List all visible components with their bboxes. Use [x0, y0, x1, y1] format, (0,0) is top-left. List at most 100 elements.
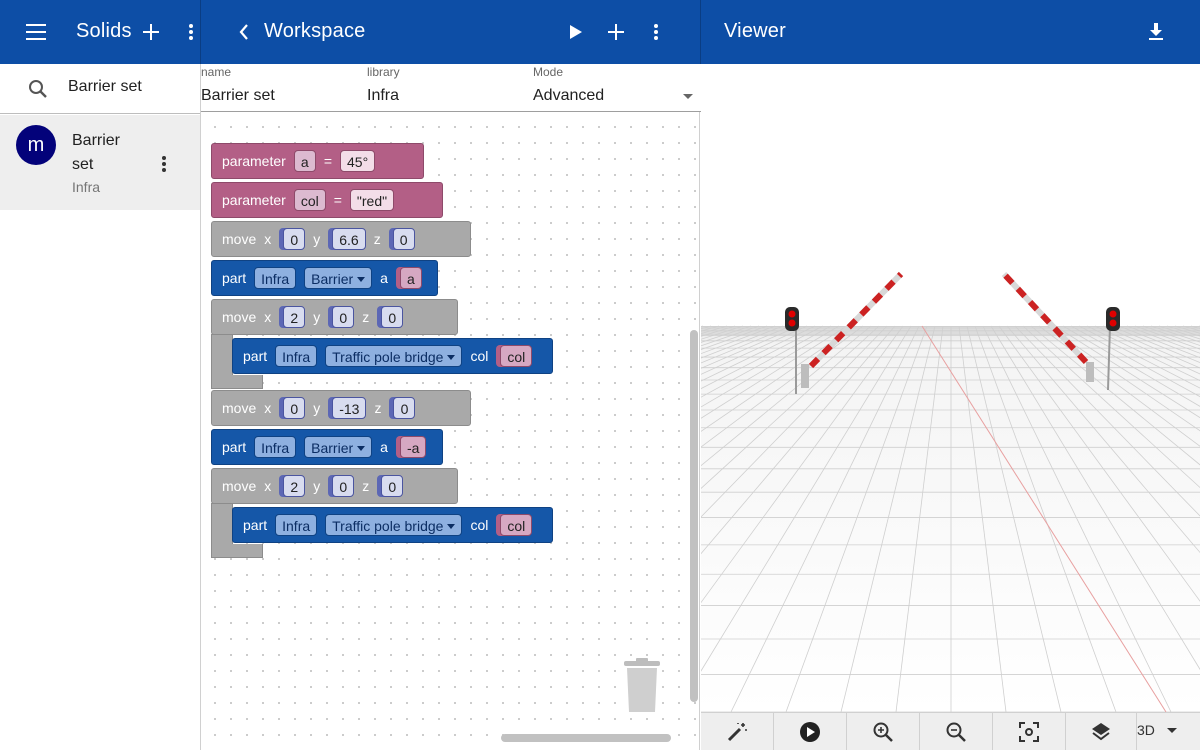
z-value[interactable]: 0: [381, 475, 404, 497]
zoom-out-icon[interactable]: [920, 713, 993, 750]
block-keyword: part: [222, 270, 247, 286]
parameter-block-col[interactable]: parameter col = "red": [211, 182, 443, 218]
workspace-more-icon[interactable]: [638, 14, 674, 50]
list-item-title: Barrier set: [72, 132, 121, 173]
y-label: y: [313, 231, 321, 247]
equals-sign: =: [333, 192, 342, 208]
y-value[interactable]: -13: [332, 397, 367, 419]
block-keyword: move: [222, 478, 257, 494]
part-block[interactable]: part Infra Barrier a -a: [211, 429, 443, 465]
z-label: z: [362, 309, 370, 325]
y-label: y: [313, 478, 321, 494]
move-block[interactable]: move x 2 y 0 z 0: [211, 468, 458, 504]
part-solid-dropdown[interactable]: Barrier: [304, 267, 373, 289]
blockly-canvas[interactable]: parameter a = 45° parameter col = "red" …: [201, 113, 699, 750]
part-solid-dropdown[interactable]: Traffic pole bridge: [325, 514, 463, 536]
z-value[interactable]: 0: [381, 306, 404, 328]
mode-value: Advanced: [533, 87, 605, 104]
x-label: x: [264, 231, 272, 247]
x-value[interactable]: 2: [283, 306, 306, 328]
play-circle-icon[interactable]: [774, 713, 847, 750]
part-library[interactable]: Infra: [254, 436, 297, 458]
y-value[interactable]: 0: [332, 306, 355, 328]
move-block[interactable]: move x 0 y -13 z 0: [211, 390, 471, 426]
x-label: x: [264, 309, 272, 325]
list-item-more-icon[interactable]: [146, 146, 182, 182]
z-value[interactable]: 0: [392, 228, 415, 250]
library-label: library: [367, 65, 400, 79]
arg-value[interactable]: -a: [399, 436, 427, 458]
magic-wand-icon[interactable]: [701, 713, 774, 750]
solids-more-icon[interactable]: [173, 14, 209, 50]
x-value[interactable]: 0: [283, 228, 306, 250]
menu-icon[interactable]: [18, 14, 54, 50]
arg-value[interactable]: a: [399, 267, 422, 289]
arg-value[interactable]: col: [500, 345, 533, 367]
mode-select[interactable]: Mode Advanced: [533, 64, 699, 111]
horizontal-scrollbar[interactable]: [501, 734, 671, 742]
layers-icon[interactable]: [1066, 713, 1137, 750]
x-label: x: [264, 400, 272, 416]
arg-value[interactable]: col: [500, 514, 533, 536]
x-value[interactable]: 2: [283, 475, 306, 497]
chevron-left-icon[interactable]: [226, 14, 262, 50]
move-block-foot: [211, 544, 263, 558]
block-keyword: part: [243, 517, 268, 533]
app-bar: Solids Workspace Viewer: [0, 0, 1200, 64]
solids-panel: m Barrier set Infra: [0, 64, 200, 750]
z-value[interactable]: 0: [393, 397, 416, 419]
part-block[interactable]: part Infra Traffic pole bridge col col: [232, 338, 553, 374]
equals-sign: =: [323, 153, 332, 169]
add-solid-button[interactable]: [133, 14, 169, 50]
add-block-button[interactable]: [598, 14, 634, 50]
3d-viewer[interactable]: [701, 64, 1200, 712]
trash-icon[interactable]: [621, 658, 663, 719]
viewer-toolbar: 3D: [701, 712, 1200, 750]
arg-label: col: [470, 517, 489, 533]
parameter-value[interactable]: "red": [349, 189, 395, 211]
name-value: Barrier set: [201, 87, 275, 104]
workspace-title: Workspace: [264, 20, 366, 42]
parameter-name[interactable]: a: [293, 150, 316, 172]
center-focus-icon[interactable]: [993, 713, 1066, 750]
block-keyword: move: [222, 309, 257, 325]
z-label: z: [374, 400, 382, 416]
part-library[interactable]: Infra: [275, 345, 318, 367]
search-input[interactable]: [68, 78, 196, 96]
x-label: x: [264, 478, 272, 494]
part-solid-dropdown[interactable]: Traffic pole bridge: [325, 345, 463, 367]
list-item[interactable]: m Barrier set Infra: [0, 115, 200, 210]
parameter-block-a[interactable]: parameter a = 45°: [211, 143, 424, 179]
download-icon[interactable]: [1138, 14, 1174, 50]
search-icon: [28, 79, 48, 104]
view-mode-select[interactable]: 3D: [1137, 722, 1177, 738]
block-keyword: parameter: [222, 153, 286, 169]
move-block[interactable]: move x 0 y 6.6 z 0: [211, 221, 471, 257]
move-block[interactable]: move x 2 y 0 z 0: [211, 299, 458, 335]
library-value: Infra: [367, 87, 400, 104]
x-value[interactable]: 0: [283, 397, 306, 419]
y-value[interactable]: 6.6: [332, 228, 366, 250]
part-library[interactable]: Infra: [254, 267, 297, 289]
move-block-foot: [211, 375, 263, 389]
workspace-panel: name Barrier set library Infra Mode Adva…: [200, 64, 701, 750]
part-solid-dropdown[interactable]: Barrier: [304, 436, 373, 458]
chevron-down-icon: [683, 94, 693, 99]
arg-label: col: [470, 348, 489, 364]
y-value[interactable]: 0: [332, 475, 355, 497]
avatar: m: [16, 125, 56, 165]
solid-properties-form: name Barrier set library Infra Mode Adva…: [201, 64, 701, 112]
vertical-scrollbar[interactable]: [690, 330, 698, 702]
z-label: z: [373, 231, 381, 247]
part-block[interactable]: part Infra Barrier a a: [211, 260, 438, 296]
3d-scene: [701, 64, 1200, 712]
parameter-value[interactable]: 45°: [340, 150, 376, 172]
y-label: y: [313, 309, 321, 325]
parameter-name[interactable]: col: [293, 189, 326, 211]
list-item-subtitle: Infra: [72, 179, 101, 195]
part-library[interactable]: Infra: [275, 514, 318, 536]
part-block[interactable]: part Infra Traffic pole bridge col col: [232, 507, 553, 543]
y-label: y: [313, 400, 321, 416]
run-button[interactable]: [558, 14, 594, 50]
zoom-in-icon[interactable]: [847, 713, 920, 750]
